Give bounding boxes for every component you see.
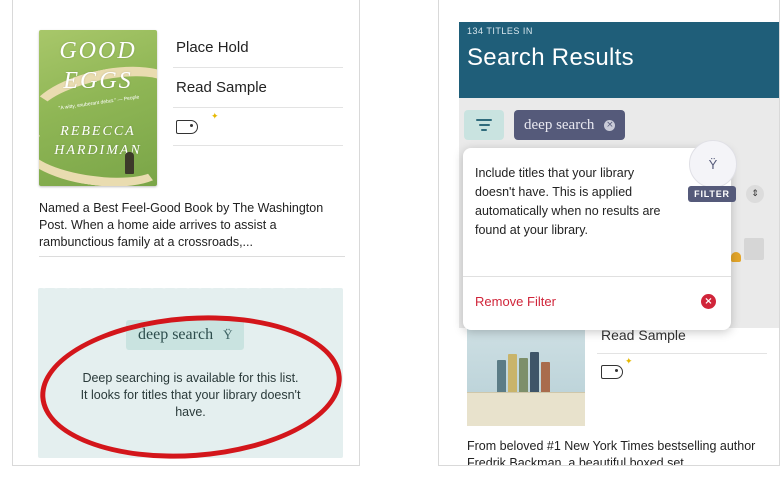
popover-message: Include titles that your library doesn't… [475,166,661,237]
read-sample-button[interactable]: Read Sample [173,68,343,108]
cover-ground [467,392,585,426]
sort-icon[interactable]: ⇕ [746,185,764,203]
book-cover-good-eggs[interactable]: GOOD EGGS "A witty, exuberant debut." — … [39,30,157,186]
funnel-icon: Ÿ [689,140,737,188]
hidden-tile [744,238,764,260]
sparkle-icon: ✦ [211,111,219,121]
page-title: Search Results [467,44,634,71]
results-count: 134 TITLES IN [467,26,533,36]
bell-icon [731,252,741,262]
book-actions: Place Hold Read Sample ✦ [173,28,343,146]
tag-icon [601,365,623,379]
divider [39,256,345,257]
search-results-header: 134 TITLES IN Search Results [459,22,779,98]
tag-button[interactable]: ✦ [597,354,767,390]
book-description: Named a Best Feel-Good Book by The Washi… [39,201,324,249]
cover-title: GOOD EGGS [59,38,137,94]
deep-search-popover: Include titles that your library doesn't… [463,148,731,330]
book-cover-backman-boxed-set[interactable] [467,322,585,426]
book-description-2: From beloved #1 New York Times bestselli… [467,439,756,466]
tag-button[interactable]: ✦ [173,108,343,146]
remove-x-icon[interactable]: × [701,294,716,309]
sparkle-icon: ✦ [625,356,633,366]
tag-icon [176,119,198,134]
deep-search-filter-chip[interactable]: deep search × [514,110,626,140]
filter-badge[interactable]: FILTER [688,186,736,202]
filter-lines-icon [476,119,492,121]
right-screenshot-panel: 134 TITLES IN Search Results deep search… [438,0,780,466]
filter-line [478,124,490,126]
cover-figure [125,152,134,174]
deep-search-chip-label: deep search [524,116,595,133]
clear-x-icon[interactable]: × [604,119,616,131]
divider [463,276,731,277]
remove-filter-button[interactable]: Remove Filter [475,294,556,309]
cover-author: REBECCA HARDIMAN [54,124,142,158]
filter-line [481,129,487,131]
filter-button[interactable] [464,110,504,140]
place-hold-button[interactable]: Place Hold [173,28,343,68]
